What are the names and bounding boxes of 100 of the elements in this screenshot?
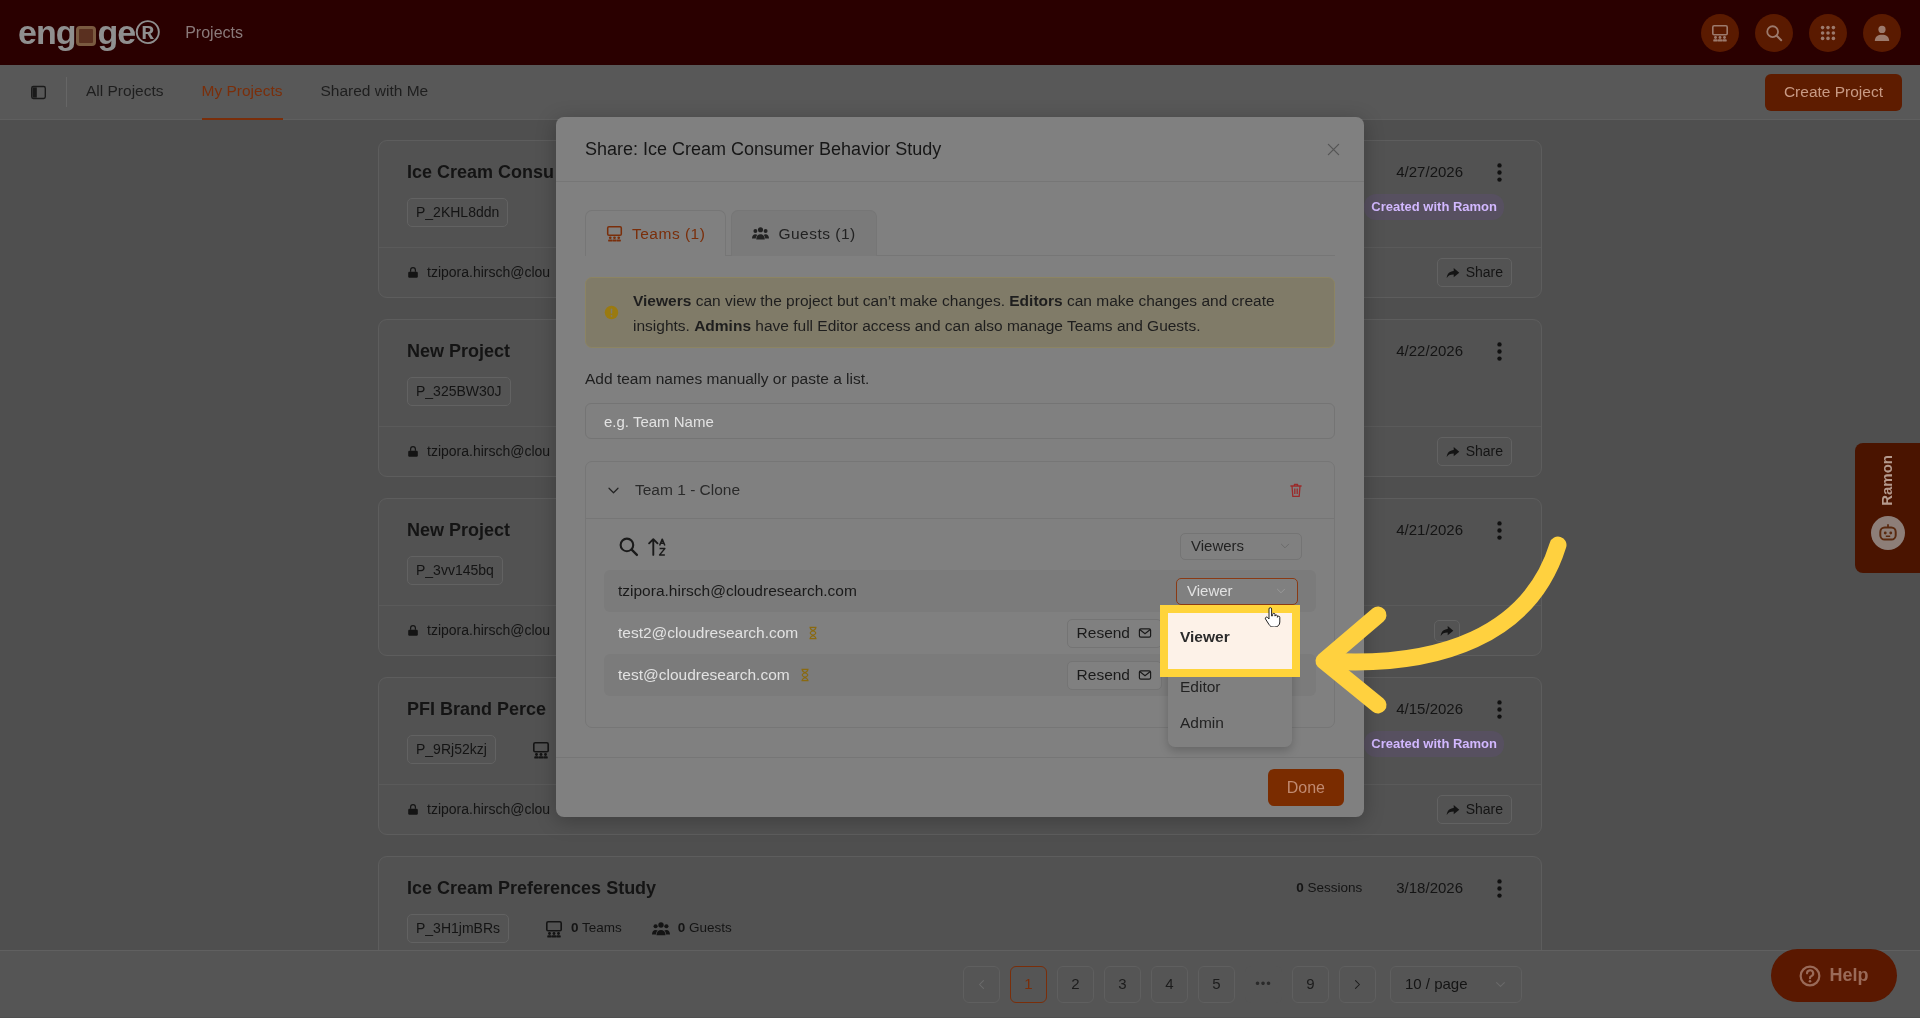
team-name-field[interactable]: e.g. Team Name <box>585 403 1335 439</box>
create-project-button[interactable]: Create Project <box>1764 73 1902 111</box>
stat-text: 0 Teams <box>571 919 622 938</box>
sidebar-icon <box>30 83 47 101</box>
more-menu-button[interactable] <box>1497 520 1502 540</box>
project-date: 4/22/2026 <box>1396 340 1463 361</box>
dialog-tab[interactable]: Guests (1) <box>731 210 877 256</box>
search-button[interactable] <box>618 535 639 557</box>
more-menu-button[interactable] <box>1497 699 1502 719</box>
sessions-count: 0 Sessions <box>1296 878 1363 897</box>
dialog-tab[interactable]: Teams (1) <box>585 210 727 256</box>
owner-email: tzipora.hirsch@clou <box>427 621 551 641</box>
role-select[interactable]: Viewer <box>1176 577 1298 605</box>
page-button[interactable]: 3 <box>1104 965 1141 1003</box>
users-icon <box>651 919 670 938</box>
user-icon <box>1873 23 1891 42</box>
presentation-board-icon <box>545 919 564 938</box>
hand-cursor-icon <box>1262 607 1282 627</box>
presentation-board-icon <box>531 740 550 759</box>
nav-tab[interactable]: My Projects <box>201 64 283 120</box>
ramon-side-tab[interactable]: Ramon <box>1855 443 1920 573</box>
dialog-title: Share: Ice Cream Consumer Behavior Study <box>585 137 942 161</box>
more-menu-button[interactable] <box>1497 878 1502 898</box>
kebab-icon <box>1497 520 1502 540</box>
kebab-icon <box>1497 341 1502 361</box>
exclamation-icon <box>604 305 619 320</box>
more-menu-button[interactable] <box>1497 341 1502 361</box>
lock-icon <box>407 803 419 816</box>
project-date: 4/15/2026 <box>1396 698 1463 719</box>
app-section-title: Projects <box>185 22 243 43</box>
done-button[interactable]: Done <box>1267 769 1344 806</box>
page-button[interactable]: 9 <box>1292 965 1329 1003</box>
sidebar-toggle[interactable] <box>30 83 47 101</box>
project-date: 4/27/2026 <box>1396 161 1463 182</box>
ramon-tag: Created with Ramon <box>1364 194 1504 220</box>
kebab-icon <box>1497 878 1502 898</box>
role-notice: Viewers can view the project but can’t make changes. Editors can make changes and create insights. Admins have full Editor access and can also manage Teams and Guests. <box>633 290 1276 336</box>
apps-button[interactable] <box>1809 13 1847 52</box>
kebab-icon <box>1497 162 1502 182</box>
teams-button[interactable] <box>1701 13 1739 52</box>
role-option[interactable]: Admin <box>1168 705 1292 741</box>
envelope-icon <box>1138 626 1152 640</box>
role-option[interactable]: Viewer <box>1168 613 1292 669</box>
presentation-board-icon <box>606 225 623 242</box>
project-code: P_2KHL8ddn <box>407 198 509 227</box>
share-button[interactable]: Share <box>1436 258 1512 288</box>
more-menu-button[interactable] <box>1497 162 1502 182</box>
project-code: P_325BW30J <box>407 377 511 406</box>
grid-dots-icon <box>1819 23 1837 42</box>
resend-button[interactable]: Resend <box>1066 618 1162 648</box>
member-email: tzipora.hirsch@cloudresearch.com <box>618 581 857 602</box>
share-button[interactable] <box>1434 619 1460 642</box>
project-code: P_3H1jmBRs <box>407 914 510 943</box>
lock-icon <box>407 266 419 279</box>
page-button[interactable]: 4 <box>1151 965 1188 1003</box>
page-button[interactable]: 1 <box>1010 965 1047 1003</box>
owner-email: tzipora.hirsch@clou <box>427 800 551 820</box>
robot-icon <box>1870 515 1905 550</box>
project-title: Ice Cream Preferences Study <box>407 877 658 900</box>
search-icon <box>618 535 639 557</box>
nav-tab[interactable]: Shared with Me <box>320 64 429 120</box>
owner-email: tzipora.hirsch@clou <box>427 263 551 283</box>
project-title: New Project <box>407 340 512 363</box>
lock-icon <box>407 624 419 637</box>
page-button[interactable]: 5 <box>1198 965 1235 1003</box>
sort-icon <box>647 535 668 557</box>
page-button[interactable]: 2 <box>1057 965 1094 1003</box>
presentation-board-icon <box>1711 23 1729 42</box>
project-title: PFI Brand Perce <box>407 698 548 721</box>
help-button[interactable]: Help <box>1771 949 1897 1002</box>
ramon-tag: Created with Ramon <box>1364 731 1504 757</box>
account-button[interactable] <box>1863 13 1901 52</box>
share-button[interactable]: Share <box>1436 437 1512 467</box>
member-email: test2@cloudresearch.com <box>618 623 799 644</box>
team-name: Team 1 - Clone <box>635 480 741 501</box>
role-filter-select[interactable]: Viewers <box>1180 532 1302 560</box>
envelope-icon <box>1138 668 1152 682</box>
project-date: 3/18/2026 <box>1396 877 1463 898</box>
nav-tab[interactable]: All Projects <box>86 64 164 120</box>
lock-icon <box>407 445 419 458</box>
owner-email: tzipora.hirsch@clou <box>427 442 551 462</box>
project-title: New Project <box>407 519 512 542</box>
sort-button[interactable] <box>647 535 668 557</box>
member-email: test@cloudresearch.com <box>618 665 790 686</box>
kebab-icon <box>1497 699 1502 719</box>
project-date: 4/21/2026 <box>1396 519 1463 540</box>
logo: eng ge® <box>18 12 160 53</box>
search-button[interactable] <box>1755 13 1793 52</box>
project-code: P_9Rj52kzj <box>407 735 496 764</box>
search-icon <box>1765 23 1783 42</box>
users-icon <box>752 225 770 242</box>
project-title: Ice Cream Consu <box>407 161 555 184</box>
project-code: P_3vv145bq <box>407 556 503 585</box>
stat-text: 0 Guests <box>677 919 732 938</box>
trash-icon <box>1288 482 1304 498</box>
delete-button[interactable] <box>1288 482 1304 498</box>
page-size-select[interactable]: 10 / page <box>1390 965 1522 1003</box>
resend-button[interactable]: Resend <box>1066 660 1162 690</box>
share-button[interactable]: Share <box>1436 795 1512 825</box>
field-label: Add team names manually or paste a list. <box>585 369 871 389</box>
